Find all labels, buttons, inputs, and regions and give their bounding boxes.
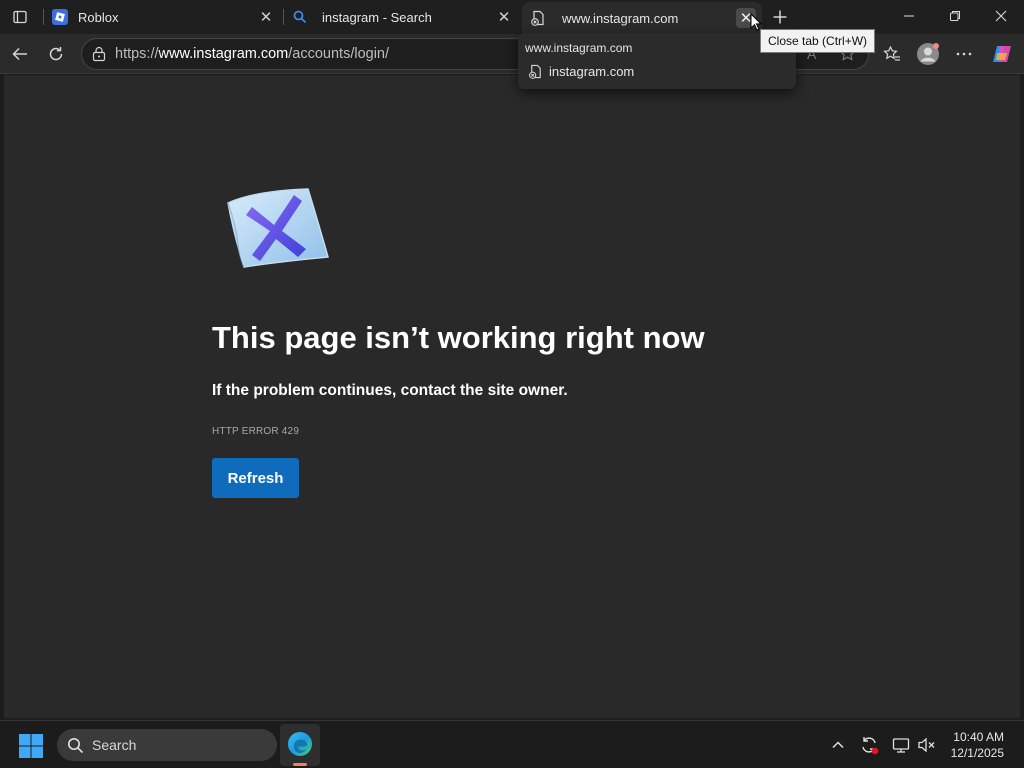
taskbar-edge-button[interactable] xyxy=(280,724,320,766)
reload-button[interactable] xyxy=(40,38,72,70)
back-button[interactable] xyxy=(4,38,36,70)
new-tab-button[interactable] xyxy=(766,4,794,30)
close-icon xyxy=(995,10,1007,22)
close-tab-tooltip: Close tab (Ctrl+W) xyxy=(760,29,876,53)
reload-icon xyxy=(49,47,63,61)
tab-actions-icon xyxy=(13,10,27,24)
network-icon xyxy=(892,738,910,753)
search-placeholder: Search xyxy=(92,737,137,753)
start-button[interactable] xyxy=(18,733,44,759)
tab-instagram-search[interactable]: instagram - Search ✕ xyxy=(284,3,520,31)
minimize-icon xyxy=(904,15,914,17)
clock-date: 12/1/2025 xyxy=(950,746,1004,760)
more-options-button[interactable] xyxy=(948,38,980,70)
edge-icon xyxy=(288,732,312,756)
taskbar: Search 10:40 AM 12/1/2025 xyxy=(0,720,1024,768)
restore-button[interactable] xyxy=(932,0,978,32)
windows-logo-icon xyxy=(19,734,43,758)
tab-instagram[interactable]: www.instagram.com ✕ xyxy=(522,2,762,34)
clock-time: 10:40 AM xyxy=(953,730,1004,744)
copilot-icon xyxy=(993,46,1011,62)
active-app-indicator xyxy=(293,763,307,766)
tab-title: instagram - Search xyxy=(322,9,432,25)
search-icon xyxy=(67,737,84,754)
site-info-icon[interactable] xyxy=(91,46,107,67)
restore-icon xyxy=(950,11,960,21)
hover-card-item: instagram.com xyxy=(528,64,634,79)
search-icon xyxy=(292,9,308,25)
copilot-button[interactable] xyxy=(986,38,1018,70)
close-tab-icon[interactable]: ✕ xyxy=(494,7,514,27)
plus-icon xyxy=(773,10,787,24)
favorites-icon xyxy=(883,45,900,61)
mouse-cursor-icon xyxy=(750,12,763,36)
taskbar-search[interactable]: Search xyxy=(57,729,277,761)
network-button[interactable] xyxy=(889,733,913,757)
error-page-icon xyxy=(528,64,543,79)
volume-button[interactable] xyxy=(915,733,939,757)
error-subtitle: If the problem continues, contact the si… xyxy=(212,382,568,399)
close-window-button[interactable] xyxy=(978,0,1024,32)
error-code: HTTP ERROR 429 xyxy=(212,426,300,437)
error-illustration xyxy=(224,185,330,274)
minimize-button[interactable] xyxy=(886,0,932,32)
sync-status-button[interactable] xyxy=(857,733,881,757)
tab-actions-button[interactable] xyxy=(8,6,32,28)
tab-hover-card: www.instagram.com instagram.com xyxy=(518,33,796,89)
tab-title: Roblox xyxy=(78,9,119,25)
sync-icon xyxy=(862,737,879,755)
hover-card-item-label: instagram.com xyxy=(549,64,635,79)
ellipsis-icon xyxy=(956,52,972,56)
tab-title: www.instagram.com xyxy=(562,10,679,26)
roblox-icon xyxy=(52,9,68,25)
error-title: This page isn’t working right now xyxy=(212,320,705,355)
show-hidden-icons-button[interactable] xyxy=(826,733,850,757)
error-page-icon xyxy=(530,10,546,26)
page-content: This page isn’t working right now If the… xyxy=(4,75,1020,718)
favorites-button[interactable] xyxy=(876,38,908,70)
close-tab-icon[interactable]: ✕ xyxy=(256,7,276,27)
profile-button[interactable] xyxy=(912,38,944,70)
chevron-up-icon xyxy=(832,741,844,749)
refresh-button[interactable]: Refresh xyxy=(212,458,299,498)
url-text: https://www.instagram.com/accounts/login… xyxy=(115,46,390,62)
volume-muted-icon xyxy=(918,737,935,753)
tab-roblox[interactable]: Roblox ✕ xyxy=(44,3,282,31)
avatar xyxy=(917,43,939,65)
hover-card-domain: www.instagram.com xyxy=(525,41,633,55)
back-arrow-icon xyxy=(12,47,27,61)
taskbar-clock[interactable]: 10:40 AM 12/1/2025 xyxy=(951,729,1004,761)
